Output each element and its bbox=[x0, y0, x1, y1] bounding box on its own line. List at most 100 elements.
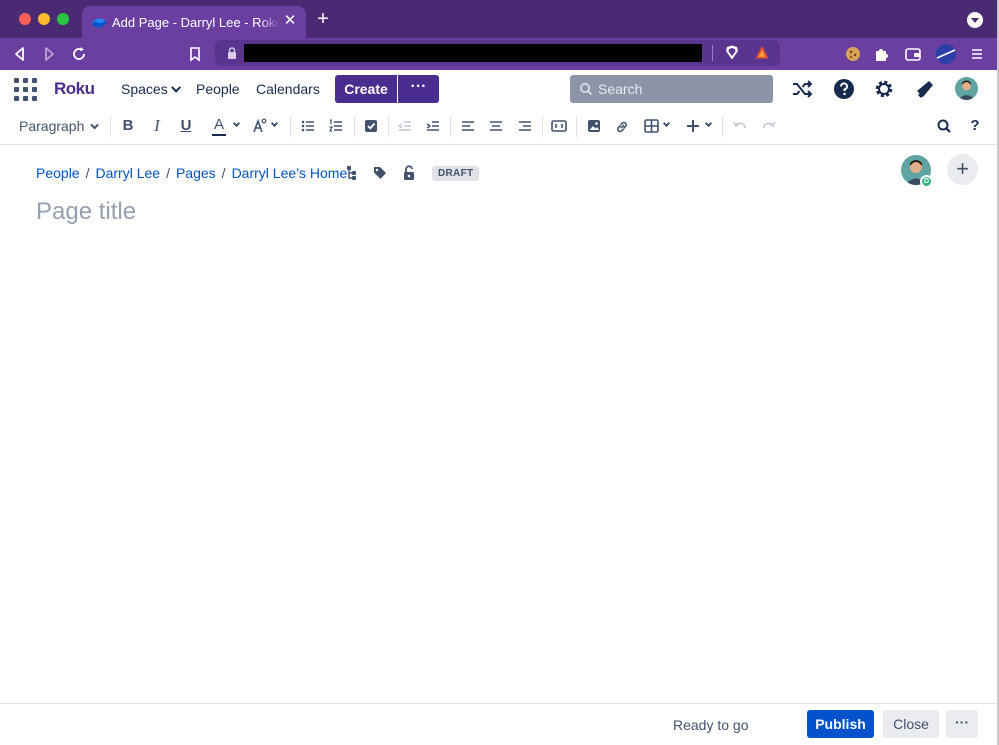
nav-spaces[interactable]: Spaces bbox=[121, 81, 181, 97]
minimize-window-button[interactable] bbox=[38, 13, 50, 25]
more-options-button[interactable]: ··· bbox=[946, 710, 978, 738]
insert-more-button[interactable] bbox=[684, 116, 716, 136]
tab-title: Add Page - Darryl Lee - Roku Confluence bbox=[112, 15, 280, 30]
underline-button[interactable]: U bbox=[178, 116, 194, 136]
address-bar-divider bbox=[712, 45, 713, 61]
save-status-text: Ready to go bbox=[673, 717, 749, 733]
bookmark-icon[interactable] bbox=[185, 44, 205, 64]
text-color-button[interactable]: A bbox=[210, 116, 244, 136]
wallet-icon[interactable] bbox=[904, 45, 922, 63]
breadcrumb-darryl-lee[interactable]: Darryl Lee bbox=[95, 165, 160, 181]
settings-gear-icon[interactable] bbox=[873, 78, 895, 100]
paragraph-style-dropdown[interactable]: Paragraph bbox=[19, 118, 100, 134]
shuffle-icon[interactable] bbox=[791, 78, 813, 100]
nav-calendars[interactable]: Calendars bbox=[256, 81, 320, 97]
page-title-input[interactable] bbox=[36, 196, 836, 228]
numbered-list-button[interactable] bbox=[327, 116, 345, 136]
align-left-icon bbox=[462, 121, 474, 131]
editor-help-button[interactable]: ? bbox=[966, 116, 984, 136]
label-tag-icon[interactable] bbox=[373, 165, 387, 181]
help-icon[interactable] bbox=[833, 78, 855, 100]
align-center-button[interactable] bbox=[487, 116, 505, 136]
breadcrumb-home[interactable]: Darryl Lee’s Home bbox=[232, 165, 348, 181]
browser-nav-bar bbox=[0, 38, 999, 70]
reload-icon[interactable] bbox=[69, 44, 89, 64]
align-right-button[interactable] bbox=[516, 116, 534, 136]
chevron-down-icon bbox=[662, 119, 671, 128]
redo-button[interactable] bbox=[760, 116, 778, 136]
toolbar-divider bbox=[576, 117, 577, 137]
notifications-megaphone-icon[interactable] bbox=[914, 78, 936, 100]
toolbar-divider bbox=[542, 117, 543, 137]
undo-button[interactable] bbox=[731, 116, 749, 136]
plus-icon bbox=[687, 120, 699, 132]
close-window-button[interactable] bbox=[19, 13, 31, 25]
align-center-icon bbox=[490, 121, 502, 131]
address-bar[interactable] bbox=[215, 40, 780, 66]
breadcrumb-pages[interactable]: Pages bbox=[176, 165, 216, 181]
outdent-icon bbox=[397, 121, 411, 131]
breadcrumb-separator: / bbox=[166, 165, 170, 181]
outdent-button[interactable] bbox=[396, 116, 414, 136]
confluence-favicon-icon bbox=[92, 18, 106, 28]
restrictions-unlock-icon[interactable] bbox=[402, 165, 416, 181]
browser-menu-icon[interactable] bbox=[968, 45, 986, 63]
new-tab-button[interactable]: + bbox=[313, 9, 333, 29]
italic-button[interactable]: I bbox=[149, 116, 165, 136]
bold-button[interactable]: B bbox=[120, 116, 136, 136]
redo-icon bbox=[763, 121, 776, 129]
bullet-list-button[interactable] bbox=[299, 116, 317, 136]
profile-avatar[interactable] bbox=[955, 77, 978, 100]
chevron-down-icon bbox=[170, 82, 181, 93]
back-icon[interactable] bbox=[10, 44, 30, 64]
close-button[interactable]: Close bbox=[883, 710, 939, 738]
cookie-extension-icon[interactable] bbox=[844, 45, 862, 63]
chevron-down-icon bbox=[232, 119, 241, 128]
extensions-puzzle-icon[interactable] bbox=[873, 45, 891, 63]
zoom-window-button[interactable] bbox=[57, 13, 69, 25]
text-styles-button[interactable] bbox=[251, 116, 285, 136]
profile-extension-icon[interactable] bbox=[935, 43, 957, 65]
link-icon bbox=[617, 121, 627, 133]
url-text-redacted bbox=[244, 44, 702, 62]
find-replace-button[interactable] bbox=[935, 116, 953, 136]
roku-logo[interactable]: Roku bbox=[54, 79, 95, 99]
invite-collaborator-button[interactable]: + bbox=[947, 154, 978, 185]
create-button[interactable]: Create bbox=[335, 75, 397, 103]
browser-tab-active[interactable]: Add Page - Darryl Lee - Roku Confluence … bbox=[82, 6, 306, 38]
publish-button[interactable]: Publish bbox=[807, 710, 874, 738]
indent-button[interactable] bbox=[424, 116, 442, 136]
paragraph-style-label: Paragraph bbox=[19, 118, 85, 134]
checkbox-icon bbox=[365, 120, 377, 132]
forward-icon[interactable] bbox=[39, 44, 59, 64]
breadcrumb-people[interactable]: People bbox=[36, 165, 80, 181]
indent-icon bbox=[426, 121, 439, 131]
search-input[interactable] bbox=[598, 79, 768, 99]
toolbar-divider bbox=[450, 117, 451, 137]
numbered-list-icon bbox=[329, 119, 342, 132]
align-left-button[interactable] bbox=[459, 116, 477, 136]
app-switcher-icon[interactable] bbox=[14, 78, 37, 101]
layouts-button[interactable] bbox=[550, 116, 568, 136]
task-list-button[interactable] bbox=[362, 116, 380, 136]
app-header: Roku Spaces People Calendars Create ··· bbox=[0, 70, 999, 108]
draft-status-badge: DRAFT bbox=[432, 166, 480, 181]
insert-table-button[interactable] bbox=[643, 116, 673, 136]
text-style-icon bbox=[253, 118, 267, 133]
page-tree-icon[interactable] bbox=[344, 165, 358, 181]
nav-people[interactable]: People bbox=[196, 81, 240, 97]
toolbar-divider bbox=[290, 117, 291, 137]
search-box[interactable] bbox=[570, 75, 773, 103]
insert-link-button[interactable] bbox=[613, 116, 631, 136]
tab-close-icon[interactable]: ✕ bbox=[282, 13, 298, 29]
toolbar-divider bbox=[388, 117, 389, 137]
editor-toolbar: Paragraph B I U A ? bbox=[0, 108, 999, 145]
insert-image-button[interactable] bbox=[585, 116, 603, 136]
breadcrumb-separator: / bbox=[85, 165, 90, 181]
brave-shields-icon[interactable] bbox=[725, 45, 739, 60]
create-more-button[interactable]: ··· bbox=[398, 75, 439, 103]
tab-list-menu-icon[interactable] bbox=[967, 12, 983, 28]
toolbar-divider bbox=[722, 117, 723, 137]
brave-rewards-icon[interactable] bbox=[755, 45, 769, 60]
search-icon bbox=[937, 119, 951, 133]
